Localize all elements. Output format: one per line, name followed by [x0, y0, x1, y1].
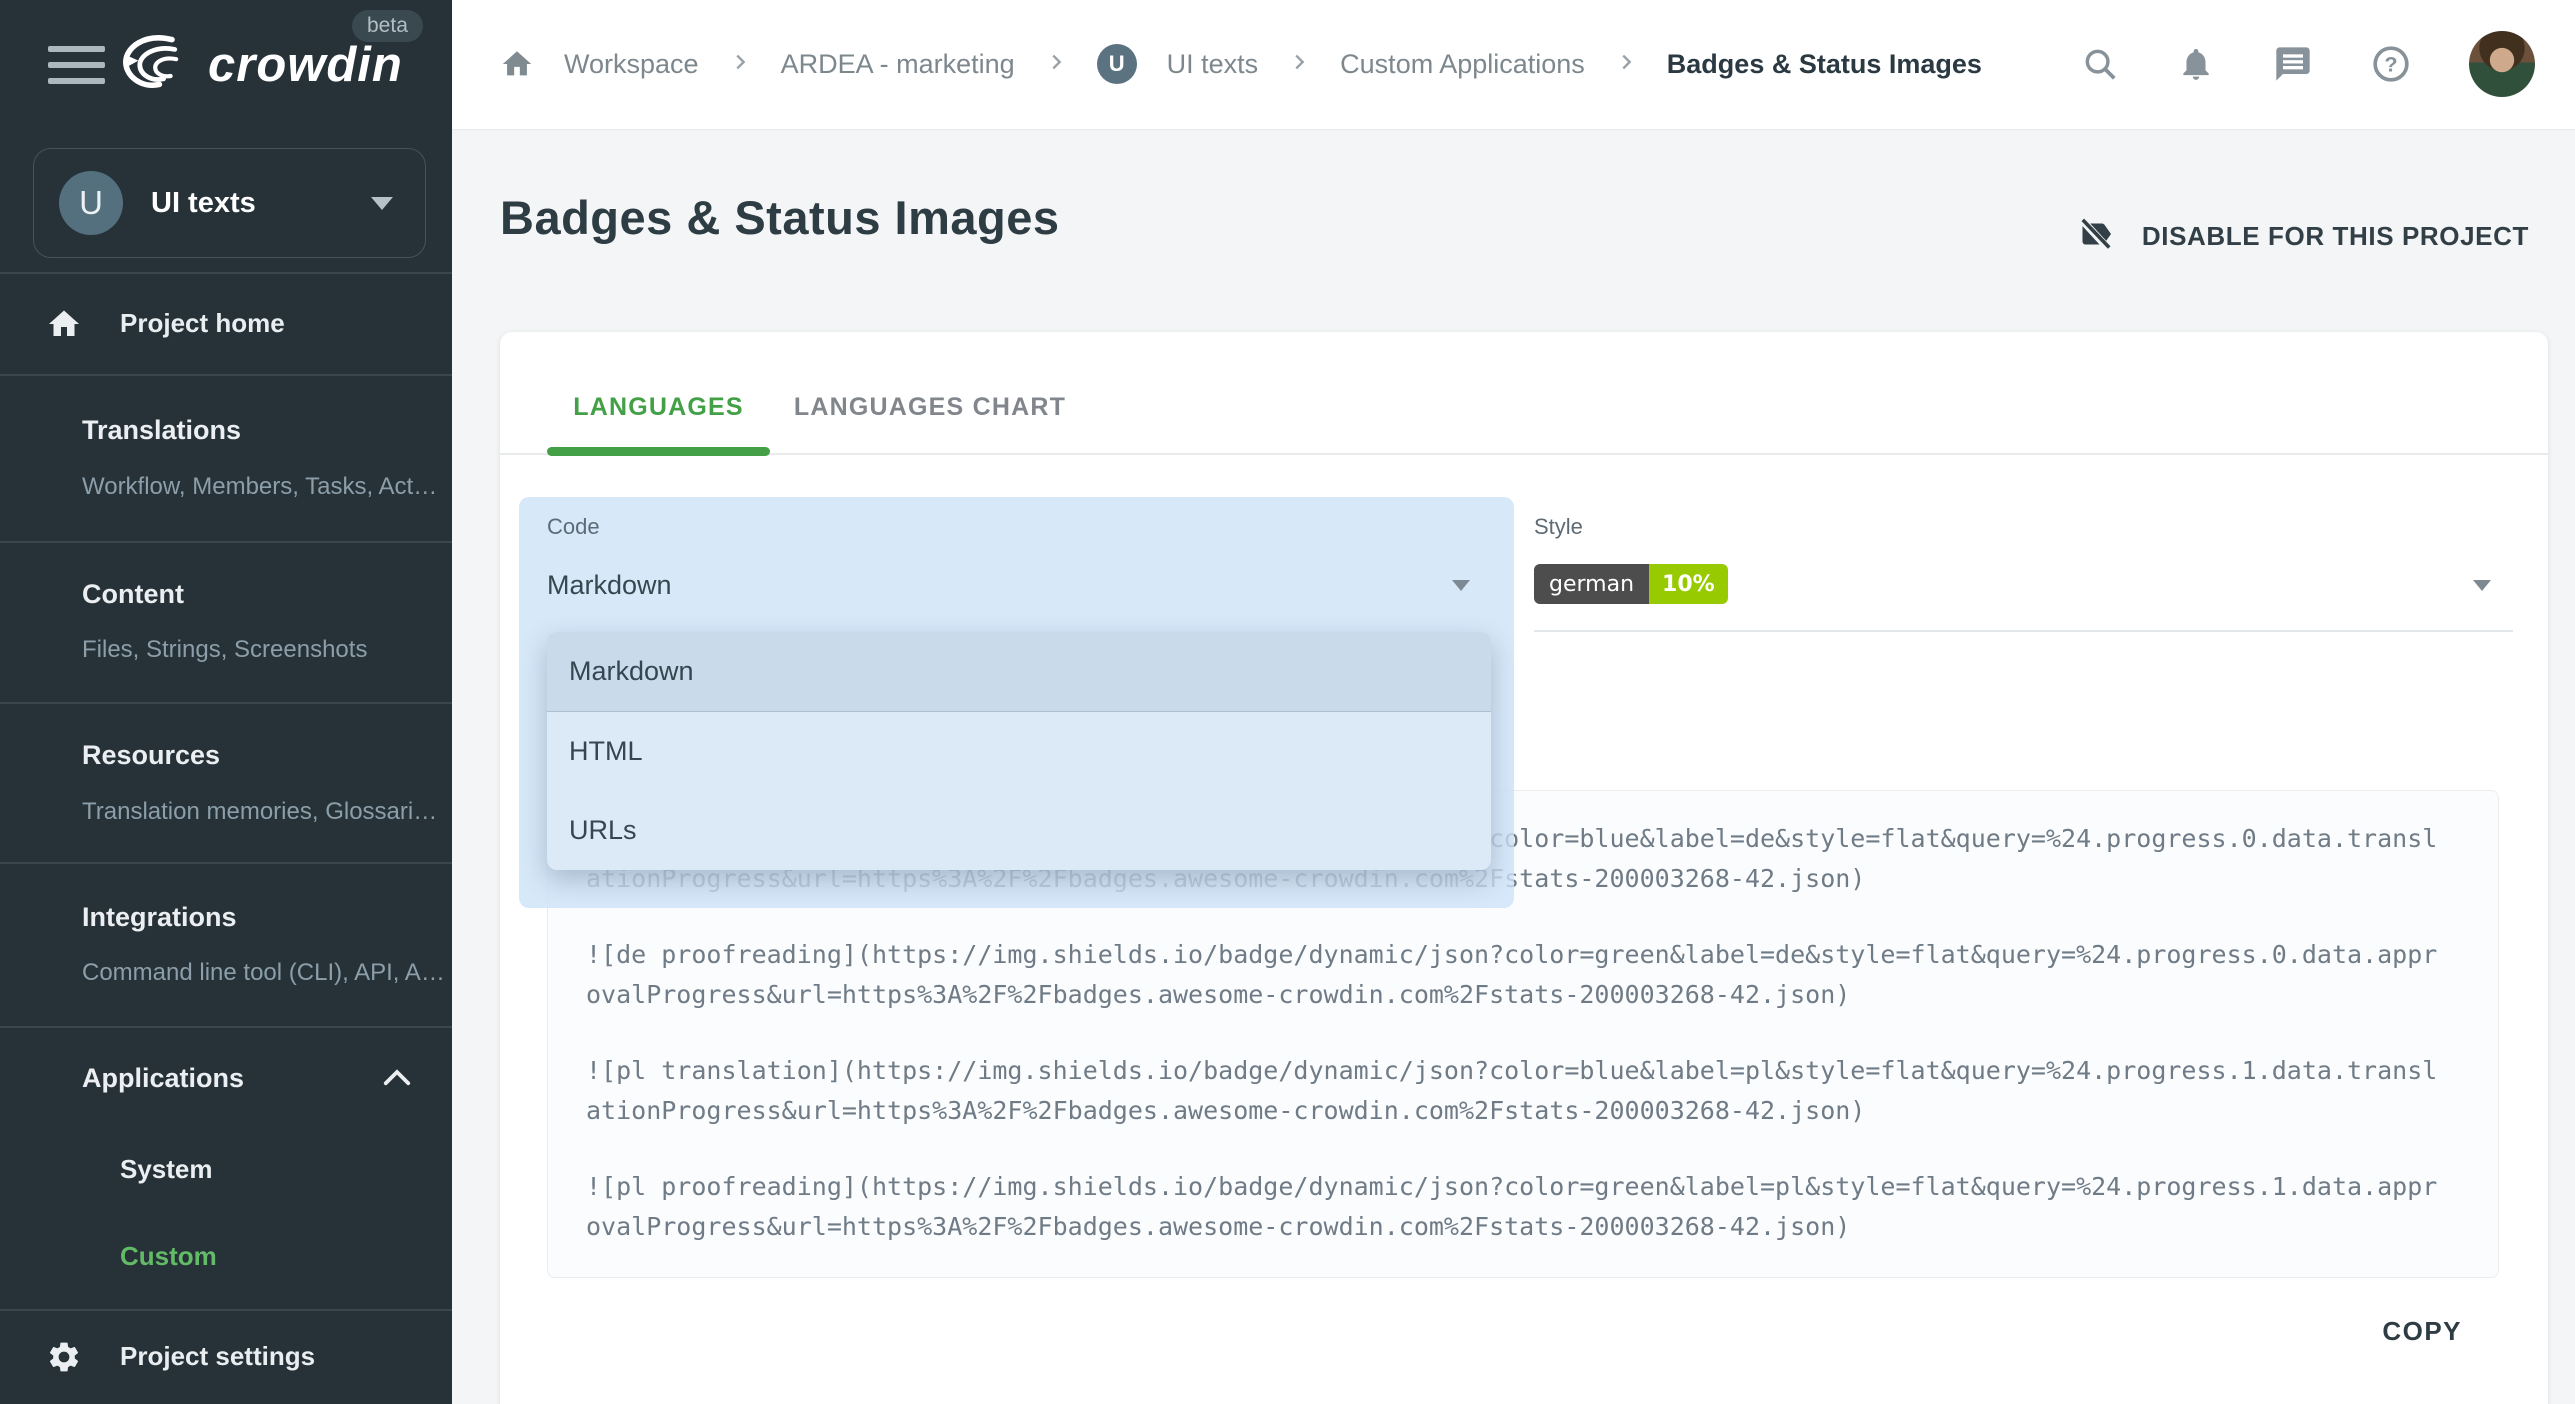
search-icon[interactable]: [2081, 45, 2119, 83]
tab-languages-chart[interactable]: LANGUAGES CHART: [770, 387, 1090, 427]
section-subtitle: Files, Strings, Screenshots: [82, 636, 367, 664]
badge-value-segment: 10%: [1649, 564, 1728, 604]
dropdown-option-html[interactable]: HTML: [547, 712, 1491, 791]
sidebar-item-project-home[interactable]: Project home: [0, 273, 452, 374]
sidebar-item-system[interactable]: System: [120, 1154, 213, 1185]
chevron-right-icon: [1615, 51, 1637, 78]
chevron-right-icon: [729, 51, 751, 78]
project-name: UI texts: [151, 187, 371, 220]
sidebar-section-content[interactable]: Content Files, Strings, Screenshots: [0, 541, 452, 702]
sidebar: crowdin beta U UI texts Project home Tra…: [0, 0, 452, 1404]
caret-down-icon: [371, 197, 393, 210]
disable-button-label: DISABLE FOR THIS PROJECT: [2142, 221, 2529, 252]
hamburger-menu-icon[interactable]: [48, 46, 105, 84]
sidebar-item-custom[interactable]: Custom: [120, 1241, 217, 1272]
sidebar-section-translations[interactable]: Translations Workflow, Members, Tasks, A…: [0, 374, 452, 541]
style-select-underline: [1534, 630, 2513, 632]
code-select-value[interactable]: Markdown: [547, 570, 672, 601]
section-title[interactable]: Applications: [82, 1063, 244, 1094]
breadcrumb: Workspace ARDEA - marketing U UI texts C…: [500, 0, 1982, 128]
help-icon[interactable]: ?: [2371, 44, 2411, 84]
sidebar-section-integrations[interactable]: Integrations Command line tool (CLI), AP…: [0, 862, 452, 1026]
chevron-up-icon[interactable]: [382, 1066, 412, 1093]
breadcrumb-item-custom-applications[interactable]: Custom Applications: [1340, 49, 1585, 80]
sidebar-item-label: Project home: [120, 308, 285, 339]
code-entry-pl-translation: ![pl translation](https://img.shields.io…: [586, 1051, 2444, 1131]
svg-text:?: ?: [2384, 52, 2397, 77]
caret-down-icon[interactable]: [1452, 580, 1470, 591]
sidebar-section-resources[interactable]: Resources Translation memories, Glossari…: [0, 702, 452, 862]
section-title: Translations: [82, 415, 241, 446]
active-tab-indicator: [547, 447, 770, 456]
notifications-bell-icon[interactable]: [2177, 45, 2215, 83]
breadcrumb-item-project-group[interactable]: ARDEA - marketing: [781, 49, 1015, 80]
crowdin-app: Workspace ARDEA - marketing U UI texts C…: [0, 0, 2575, 1404]
section-title: Content: [82, 579, 184, 610]
dropdown-option-urls[interactable]: URLs: [547, 791, 1491, 870]
code-select-label: Code: [547, 514, 600, 540]
tab-languages[interactable]: LANGUAGES: [547, 387, 770, 427]
breadcrumb-item-current-page: Badges & Status Images: [1667, 49, 1982, 80]
chevron-right-icon: [1288, 51, 1310, 78]
code-entry-de-proofreading: ![de proofreading](https://img.shields.i…: [586, 935, 2444, 1015]
crowdin-logo-mark-icon: [116, 30, 200, 99]
section-subtitle: Command line tool (CLI), API, A…: [82, 959, 445, 987]
chevron-right-icon: [1045, 51, 1067, 78]
breadcrumb-item-workspace[interactable]: Workspace: [564, 49, 699, 80]
copy-button[interactable]: COPY: [2382, 1316, 2462, 1347]
project-avatar: U: [59, 171, 123, 235]
main-content: Badges & Status Images DISABLE FOR THIS …: [452, 130, 2575, 1404]
crowdin-logo[interactable]: crowdin: [116, 30, 403, 99]
code-select-dropdown: Markdown HTML URLs: [547, 632, 1491, 870]
beta-badge: beta: [352, 10, 423, 42]
section-title: Integrations: [82, 902, 237, 933]
section-subtitle: Translation memories, Glossari…: [82, 798, 437, 826]
breadcrumb-item-project[interactable]: UI texts: [1167, 49, 1259, 80]
code-entry-pl-proofreading: ![pl proofreading](https://img.shields.i…: [586, 1167, 2444, 1247]
disable-for-project-button[interactable]: DISABLE FOR THIS PROJECT: [2078, 216, 2529, 257]
style-select-badge-preview[interactable]: german 10%: [1534, 564, 1728, 604]
top-header: Workspace ARDEA - marketing U UI texts C…: [452, 0, 2575, 130]
project-selector[interactable]: U UI texts: [33, 148, 426, 258]
style-select-label: Style: [1534, 514, 1583, 540]
dropdown-option-markdown[interactable]: Markdown: [547, 632, 1491, 712]
sidebar-item-label: Project settings: [120, 1341, 315, 1372]
home-icon[interactable]: [500, 47, 534, 81]
breadcrumb-project-avatar: U: [1097, 44, 1137, 84]
section-subtitle: Workflow, Members, Tasks, Act…: [82, 473, 437, 501]
user-avatar[interactable]: [2469, 31, 2535, 97]
gear-icon: [46, 1339, 82, 1375]
label-off-icon: [2078, 216, 2114, 257]
crowdin-logo-text: crowdin: [208, 37, 403, 93]
page-title: Badges & Status Images: [500, 190, 1060, 245]
section-title: Resources: [82, 740, 220, 771]
sidebar-item-project-settings[interactable]: Project settings: [0, 1309, 452, 1404]
messages-chat-icon[interactable]: [2273, 44, 2313, 84]
sidebar-section-applications: Applications System Custom: [0, 1026, 452, 1309]
caret-down-icon[interactable]: [2473, 580, 2491, 591]
tabbar-divider: [500, 453, 2548, 455]
header-actions: ?: [2081, 0, 2535, 128]
home-icon: [46, 306, 82, 342]
badge-label-segment: german: [1534, 564, 1649, 604]
